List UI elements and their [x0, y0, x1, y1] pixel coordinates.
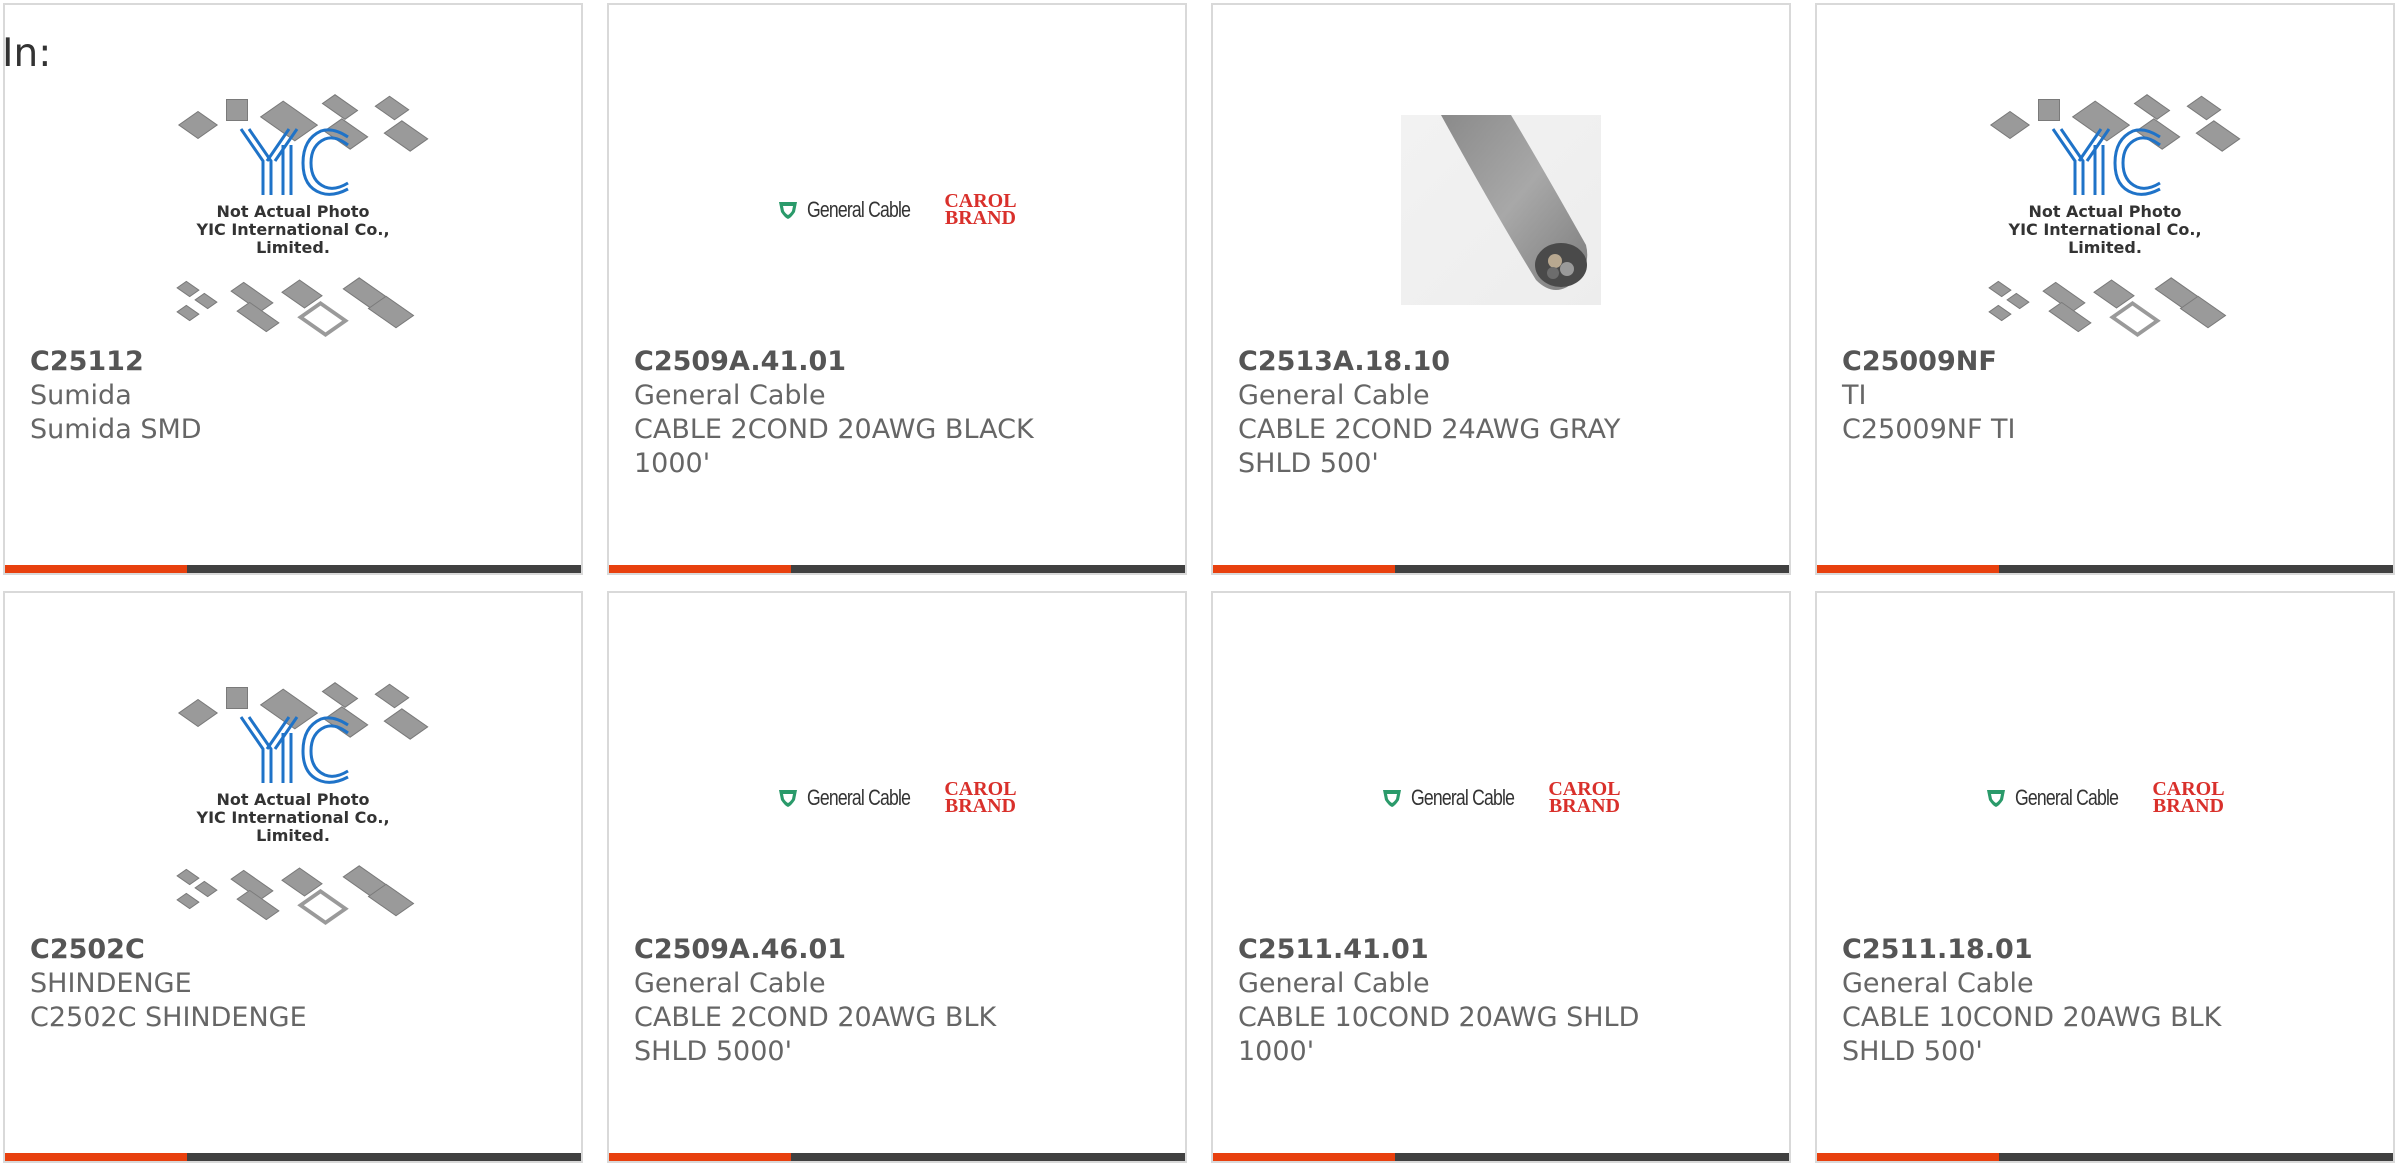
product-info: C25112 Sumida Sumida SMD — [30, 345, 450, 447]
carol-brand-wordmark: CAROL BRAND — [2152, 778, 2225, 817]
general-cable-logo: General Cable CAROL BRAND — [777, 190, 1017, 229]
product-description: CABLE 2COND 20AWG BLACK 1000' — [634, 414, 1034, 479]
general-cable-wordmark: General Cable — [807, 197, 911, 222]
card-accent-bar — [1817, 1153, 1999, 1161]
card-accent-bar — [5, 565, 187, 573]
product-description: CABLE 10COND 20AWG SHLD 1000' — [1238, 1002, 1640, 1067]
product-info: C2511.41.01 General Cable CABLE 10COND 20A… — [1238, 933, 1658, 1069]
manufacturer-name: SHINDENGE — [30, 968, 192, 999]
card-accent-bar — [5, 1153, 187, 1161]
general-cable-wordmark: General Cable — [2015, 785, 2119, 810]
placeholder-line-1: Not Actual Photo — [216, 790, 370, 809]
product-card[interactable]: Not Actual Photo YIC International Co., … — [3, 3, 583, 575]
product-info: C2513A.18.10 General Cable CABLE 2COND 24A… — [1238, 345, 1658, 481]
part-number-link[interactable]: C2513A.18.10 — [1238, 345, 1658, 379]
product-card[interactable]: Not Actual Photo YIC International Co., … — [1815, 3, 2395, 575]
product-image[interactable]: General Cable CAROL BRAND — [1366, 673, 1636, 923]
placeholder-line-1: Not Actual Photo — [216, 202, 370, 221]
shield-icon — [779, 202, 798, 219]
part-number-link[interactable]: C25112 — [30, 345, 450, 379]
product-card[interactable]: Not Actual Photo YIC International Co., … — [3, 591, 583, 1163]
shield-icon — [779, 790, 798, 807]
product-image[interactable]: Not Actual Photo YIC International Co., … — [158, 673, 429, 926]
part-number-link[interactable]: C2509A.41.01 — [634, 345, 1054, 379]
product-card[interactable]: General Cable CAROL BRAND C2509A.46.01 Ge… — [607, 591, 1187, 1163]
general-cable-wordmark: General Cable — [807, 785, 911, 810]
part-number-link[interactable]: C2502C — [30, 933, 450, 967]
product-card[interactable]: General Cable CAROL BRAND C2511.18.01 Gen… — [1815, 591, 2395, 1163]
manufacturer-name: General Cable — [634, 380, 826, 411]
placeholder-line-2: YIC International Co., Limited. — [2008, 220, 2202, 257]
card-footer-bar — [5, 1153, 581, 1161]
product-image[interactable]: Not Actual Photo YIC International Co., … — [158, 85, 429, 338]
yic-logo-icon — [2051, 128, 2161, 196]
product-info: C2511.18.01 General Cable CABLE 10COND 20A… — [1842, 933, 2262, 1069]
card-footer-bar — [1817, 1153, 2393, 1161]
product-image[interactable]: General Cable CAROL BRAND — [1970, 673, 2240, 923]
card-footer-bar — [5, 565, 581, 573]
placeholder-line-1: Not Actual Photo — [2028, 202, 2182, 221]
product-grid: Not Actual Photo YIC International Co., … — [3, 3, 2399, 1163]
product-description: C2502C SHINDENGE — [30, 1002, 307, 1033]
manufacturer-name: TI — [1842, 380, 1867, 411]
manufacturer-name: General Cable — [1238, 380, 1430, 411]
carol-brand-wordmark: CAROL BRAND — [944, 190, 1017, 229]
product-info: C2502C SHINDENGE C2502C SHINDENGE — [30, 933, 450, 1035]
product-info: C25009NF TI C25009NF TI — [1842, 345, 2262, 447]
product-card[interactable]: C2513A.18.10 General Cable CABLE 2COND 24A… — [1211, 3, 1791, 575]
card-accent-bar — [609, 565, 791, 573]
general-cable-wordmark: General Cable — [1411, 785, 1515, 810]
carol-brand-wordmark: CAROL BRAND — [1548, 778, 1621, 817]
product-description: CABLE 2COND 20AWG BLK SHLD 5000' — [634, 1002, 997, 1067]
manufacturer-name: General Cable — [634, 968, 826, 999]
product-card[interactable]: General Cable CAROL BRAND C2511.41.01 Gen… — [1211, 591, 1791, 1163]
product-card[interactable]: General Cable CAROL BRAND C2509A.41.01 Ge… — [607, 3, 1187, 575]
cable-photo-image — [1401, 115, 1601, 305]
carol-brand-wordmark: CAROL BRAND — [944, 778, 1017, 817]
shield-icon — [1383, 790, 1402, 807]
product-image[interactable]: Not Actual Photo YIC International Co., … — [1970, 85, 2241, 338]
card-footer-bar — [609, 565, 1185, 573]
product-description: CABLE 10COND 20AWG BLK SHLD 500' — [1842, 1002, 2222, 1067]
general-cable-logo: General Cable CAROL BRAND — [1985, 778, 2225, 817]
card-accent-bar — [1213, 565, 1395, 573]
yic-placeholder-image: Not Actual Photo YIC International Co., … — [1970, 85, 2241, 338]
yic-logo-icon — [239, 128, 349, 196]
card-accent-bar — [609, 1153, 791, 1161]
card-footer-bar — [1213, 1153, 1789, 1161]
search-prefix-label: In: — [2, 31, 52, 76]
card-footer-bar — [1817, 565, 2393, 573]
general-cable-logo: General Cable CAROL BRAND — [1381, 778, 1621, 817]
product-info: C2509A.46.01 General Cable CABLE 2COND 20A… — [634, 933, 1054, 1069]
yic-logo-icon — [239, 716, 349, 784]
part-number-link[interactable]: C2511.41.01 — [1238, 933, 1658, 967]
manufacturer-name: General Cable — [1842, 968, 2034, 999]
card-footer-bar — [609, 1153, 1185, 1161]
manufacturer-name: General Cable — [1238, 968, 1430, 999]
manufacturer-name: Sumida — [30, 380, 132, 411]
placeholder-line-2: YIC International Co., Limited. — [196, 220, 390, 257]
card-footer-bar — [1213, 565, 1789, 573]
product-image[interactable] — [1366, 85, 1636, 335]
product-description: Sumida SMD — [30, 414, 202, 445]
general-cable-logo: General Cable CAROL BRAND — [777, 778, 1017, 817]
yic-placeholder-image: Not Actual Photo YIC International Co., … — [158, 673, 429, 926]
part-number-link[interactable]: C2509A.46.01 — [634, 933, 1054, 967]
product-image[interactable]: General Cable CAROL BRAND — [762, 673, 1032, 923]
placeholder-line-2: YIC International Co., Limited. — [196, 808, 390, 845]
card-accent-bar — [1817, 565, 1999, 573]
part-number-link[interactable]: C25009NF — [1842, 345, 2262, 379]
product-description: C25009NF TI — [1842, 414, 2016, 445]
card-accent-bar — [1213, 1153, 1395, 1161]
product-image[interactable]: General Cable CAROL BRAND — [762, 85, 1032, 335]
part-number-link[interactable]: C2511.18.01 — [1842, 933, 2262, 967]
yic-placeholder-image: Not Actual Photo YIC International Co., … — [158, 85, 429, 338]
shield-icon — [1987, 790, 2006, 807]
product-description: CABLE 2COND 24AWG GRAY SHLD 500' — [1238, 414, 1621, 479]
product-info: C2509A.41.01 General Cable CABLE 2COND 20A… — [634, 345, 1054, 481]
